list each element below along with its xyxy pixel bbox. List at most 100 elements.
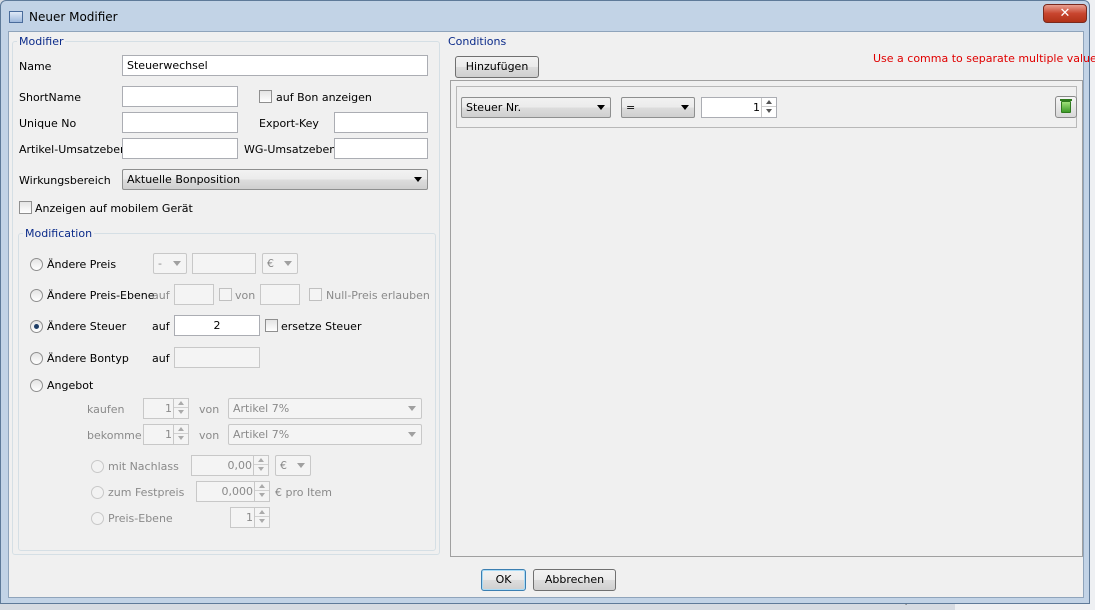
stepper-up-icon[interactable] bbox=[174, 425, 188, 434]
price-level-value: 1 bbox=[246, 511, 253, 524]
scope-dropdown-value: Aktuelle Bonposition bbox=[127, 173, 241, 186]
stepper-up-icon[interactable] bbox=[174, 399, 188, 408]
change-receipt-type-radio[interactable] bbox=[30, 352, 43, 365]
offer-label: Angebot bbox=[47, 379, 94, 392]
price-level-on-input[interactable] bbox=[174, 284, 214, 305]
conditions-list bbox=[450, 80, 1083, 557]
tax-on-label: auf bbox=[152, 320, 170, 333]
window-title: Neuer Modifier bbox=[29, 10, 118, 24]
get-label: bekomme bbox=[87, 429, 142, 442]
name-input[interactable]: Steuerwechsel bbox=[122, 55, 428, 76]
conditions-hint: Use a comma to separate multiple values! bbox=[873, 52, 1095, 65]
dialog-client-area: Modifier Name Steuerwechsel ShortName au… bbox=[8, 31, 1095, 598]
replace-tax-checkbox[interactable] bbox=[265, 319, 278, 332]
stepper-down-icon[interactable] bbox=[174, 408, 188, 417]
chevron-down-icon bbox=[284, 261, 292, 266]
mobile-display-checkbox[interactable] bbox=[19, 201, 32, 214]
stepper-down-icon[interactable] bbox=[254, 465, 268, 474]
name-label: Name bbox=[19, 60, 52, 73]
dialog-window: Neuer Modifier ✕ Modifier Name Steuerwec… bbox=[0, 0, 1095, 604]
trash-icon bbox=[1061, 101, 1071, 113]
cancel-button[interactable]: Abbrechen bbox=[533, 569, 616, 591]
get-article-value: Artikel 7% bbox=[233, 428, 290, 441]
price-level-stepper[interactable]: 1 bbox=[230, 507, 270, 528]
ok-button[interactable]: OK bbox=[481, 569, 526, 591]
window-icon bbox=[9, 11, 23, 23]
unique-no-label: Unique No bbox=[19, 117, 77, 130]
chevron-down-icon bbox=[297, 463, 305, 468]
stepper-down-icon[interactable] bbox=[174, 434, 188, 443]
modification-group-legend: Modification bbox=[25, 227, 93, 240]
close-button[interactable]: ✕ bbox=[1043, 4, 1087, 23]
condition-operator-value: = bbox=[626, 101, 636, 114]
per-item-label: € pro Item bbox=[275, 486, 333, 499]
price-level-radio[interactable] bbox=[91, 512, 104, 525]
chevron-down-icon bbox=[408, 432, 416, 437]
change-tax-radio[interactable] bbox=[30, 320, 43, 333]
condition-row: Steuer Nr. = 1 bbox=[456, 86, 1077, 128]
discount-radio[interactable] bbox=[91, 460, 104, 473]
mobile-display-label: Anzeigen auf mobilem Gerät bbox=[35, 202, 193, 215]
get-article-dropdown[interactable]: Artikel 7% bbox=[228, 424, 422, 445]
change-price-sign-dropdown[interactable]: - bbox=[153, 253, 187, 274]
condition-value-stepper[interactable]: 1 bbox=[701, 97, 777, 118]
fixed-price-radio[interactable] bbox=[91, 486, 104, 499]
price-level-on-label: auf bbox=[152, 289, 170, 302]
null-price-label: Null-Preis erlauben bbox=[326, 289, 430, 302]
discount-label: mit Nachlass bbox=[108, 460, 179, 473]
fixed-price-stepper[interactable]: 0,000 bbox=[196, 481, 270, 502]
export-key-input[interactable] bbox=[334, 112, 428, 133]
stepper-up-icon[interactable] bbox=[255, 482, 269, 491]
stepper-down-icon[interactable] bbox=[762, 107, 776, 116]
change-price-currency-dropdown[interactable]: € bbox=[262, 253, 298, 274]
discount-currency-dropdown[interactable]: € bbox=[275, 455, 311, 476]
buy-qty-value: 1 bbox=[165, 402, 172, 415]
receipt-type-on-label: auf bbox=[152, 352, 170, 365]
change-tax-input[interactable]: 2 bbox=[174, 315, 260, 336]
wg-level-input[interactable] bbox=[334, 138, 428, 159]
get-qty-stepper[interactable]: 1 bbox=[143, 424, 189, 445]
change-price-input[interactable] bbox=[192, 253, 256, 274]
title-bar[interactable]: Neuer Modifier ✕ bbox=[1, 1, 1091, 31]
change-price-radio[interactable] bbox=[30, 258, 43, 271]
stepper-down-icon[interactable] bbox=[255, 517, 269, 526]
offer-radio[interactable] bbox=[30, 379, 43, 392]
unique-no-input[interactable] bbox=[122, 112, 238, 133]
change-price-level-radio[interactable] bbox=[30, 289, 43, 302]
price-level-from-checkbox[interactable] bbox=[219, 288, 232, 301]
receipt-type-input[interactable] bbox=[174, 347, 260, 368]
condition-operator-dropdown[interactable]: = bbox=[621, 97, 695, 118]
chevron-down-icon bbox=[597, 105, 605, 110]
add-condition-button[interactable]: Hinzufügen bbox=[455, 56, 539, 78]
condition-field-dropdown[interactable]: Steuer Nr. bbox=[461, 97, 611, 118]
buy-from-label: von bbox=[199, 403, 220, 416]
null-price-checkbox[interactable] bbox=[309, 288, 322, 301]
price-level-label: Preis-Ebene bbox=[108, 512, 173, 525]
article-level-input[interactable] bbox=[122, 138, 238, 159]
modifier-group-legend: Modifier bbox=[19, 35, 64, 48]
stepper-up-icon[interactable] bbox=[255, 508, 269, 517]
price-level-from-input[interactable] bbox=[260, 284, 300, 305]
close-icon: ✕ bbox=[1059, 6, 1071, 21]
change-price-currency-value: € bbox=[267, 257, 274, 270]
fixed-price-value: 0,000 bbox=[221, 485, 254, 498]
shortname-input[interactable] bbox=[122, 86, 238, 107]
chevron-down-icon bbox=[173, 261, 181, 266]
buy-label: kaufen bbox=[87, 403, 125, 416]
buy-qty-stepper[interactable]: 1 bbox=[143, 398, 189, 419]
stepper-down-icon[interactable] bbox=[255, 491, 269, 500]
scope-dropdown[interactable]: Aktuelle Bonposition bbox=[122, 169, 428, 190]
price-level-from-label: von bbox=[235, 289, 256, 302]
show-on-receipt-label: auf Bon anzeigen bbox=[276, 91, 372, 104]
discount-value: 0,00 bbox=[227, 459, 253, 472]
stepper-up-icon[interactable] bbox=[762, 98, 776, 107]
fixed-price-label: zum Festpreis bbox=[108, 486, 185, 499]
discount-stepper[interactable]: 0,00 bbox=[191, 455, 269, 476]
export-key-label: Export-Key bbox=[259, 117, 319, 130]
delete-condition-button[interactable] bbox=[1055, 96, 1077, 118]
buy-article-dropdown[interactable]: Artikel 7% bbox=[228, 398, 422, 419]
wg-level-label: WG-Umsatzebene bbox=[244, 143, 343, 156]
stepper-up-icon[interactable] bbox=[254, 456, 268, 465]
discount-currency-value: € bbox=[280, 459, 287, 472]
show-on-receipt-checkbox[interactable] bbox=[259, 90, 272, 103]
